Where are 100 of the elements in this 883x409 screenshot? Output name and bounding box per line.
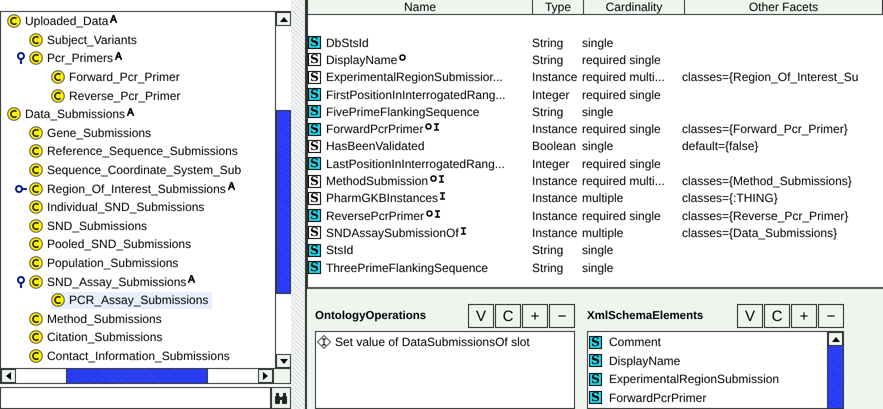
panel-title: XmlSchemaElements bbox=[587, 310, 704, 322]
class-icon bbox=[7, 14, 21, 28]
down-arrow-icon[interactable] bbox=[280, 358, 288, 364]
tree-item[interactable]: Uploaded_Data bbox=[7, 12, 122, 30]
slot-icon: S bbox=[308, 244, 321, 257]
tree-item[interactable]: Pcr_Primers bbox=[29, 50, 126, 67]
tree-item[interactable]: Individual_SND_Submissions bbox=[29, 198, 208, 216]
tree-item[interactable]: Pooled_SND_Submissions bbox=[29, 236, 196, 253]
abstract-icon bbox=[188, 275, 196, 284]
slot-cardinality: single bbox=[582, 139, 614, 154]
toolbar-button[interactable]: + bbox=[791, 304, 817, 328]
slot-name: MethodSubmission bbox=[326, 174, 428, 188]
toolbar-button[interactable]: V bbox=[737, 304, 763, 328]
slot-type: String bbox=[532, 243, 564, 258]
panel-title: OntologyOperations bbox=[315, 310, 426, 322]
slot-icon: S bbox=[589, 354, 602, 368]
tree-item[interactable]: Subject_Variants bbox=[29, 31, 141, 48]
scrollbar-corner bbox=[273, 369, 290, 383]
vertical-scrollbar[interactable] bbox=[827, 332, 843, 408]
tree-item[interactable]: Contact_Information_Submissions bbox=[29, 347, 234, 364]
slot-icon: S bbox=[308, 174, 321, 188]
left-arrow-icon[interactable] bbox=[6, 372, 11, 380]
toolbar-button[interactable]: + bbox=[522, 304, 548, 328]
toolbar-button[interactable]: − bbox=[549, 304, 575, 328]
slot-type: Instance bbox=[532, 191, 578, 206]
class-icon bbox=[7, 107, 21, 122]
tree-item[interactable]: Population_Submissions bbox=[29, 254, 182, 272]
slot-icon: S bbox=[589, 372, 602, 386]
slot-type: String bbox=[532, 260, 564, 274]
slot-icon: S bbox=[308, 36, 321, 50]
class-icon bbox=[29, 51, 43, 66]
tree-item[interactable]: SND_Assay_Submissions bbox=[29, 273, 200, 290]
splitter[interactable] bbox=[291, 0, 307, 409]
class-icon bbox=[29, 274, 43, 289]
right-arrow-icon[interactable] bbox=[263, 372, 268, 380]
toolbar-button[interactable]: C bbox=[495, 304, 521, 328]
collapsed-handle-icon[interactable] bbox=[15, 182, 27, 195]
slot-cardinality: required single bbox=[582, 88, 661, 102]
slot-type: String bbox=[532, 36, 564, 50]
search-field[interactable] bbox=[0, 387, 271, 409]
slot-name: FivePrimeFlankingSequence bbox=[326, 104, 480, 119]
toolbar-button[interactable]: V bbox=[468, 304, 494, 328]
class-icon bbox=[29, 218, 43, 233]
tree-item[interactable]: Method_Submissions bbox=[29, 310, 166, 328]
slot-type: Instance bbox=[532, 174, 578, 188]
slot-type: Boolean bbox=[532, 139, 576, 154]
tree-item[interactable]: Gene_Submissions bbox=[29, 124, 156, 142]
expanded-handle-icon[interactable] bbox=[15, 276, 27, 288]
up-arrow-icon[interactable] bbox=[280, 16, 288, 22]
class-icon bbox=[29, 256, 43, 270]
find-button[interactable] bbox=[271, 387, 291, 409]
slot-icon: S bbox=[308, 88, 321, 102]
list-item[interactable]: S DisplayName bbox=[589, 352, 826, 370]
list-item[interactable]: S Comment bbox=[589, 333, 826, 352]
toolbar-button[interactable]: C bbox=[764, 304, 790, 328]
class-icon bbox=[29, 330, 43, 344]
slot-facets: classes={Region_Of_Interest_Su bbox=[682, 70, 858, 84]
slot-facets: classes={Reverse_Pcr_Primer} bbox=[682, 208, 848, 223]
class-icon bbox=[51, 70, 65, 84]
slot-icon: S bbox=[308, 53, 321, 66]
tree-item[interactable]: Reference_Sequence_Submissions bbox=[29, 142, 242, 160]
horizontal-scrollbar[interactable] bbox=[0, 368, 291, 384]
slot-icon: S bbox=[308, 226, 321, 240]
slot-cardinality: multiple bbox=[582, 226, 624, 240]
column-header[interactable]: Name bbox=[308, 0, 533, 14]
tree-item[interactable]: Sequence_Coordinate_System_Sub bbox=[29, 162, 246, 179]
slot-name: DbStsId bbox=[326, 36, 369, 50]
column-header[interactable]: Type bbox=[533, 0, 584, 14]
column-header[interactable]: Cardinality bbox=[584, 0, 685, 14]
slot-name: DisplayName bbox=[326, 52, 398, 67]
class-icon bbox=[51, 88, 65, 103]
class-icon bbox=[29, 182, 43, 196]
slot-name: LastPositionInInterrogatedRang... bbox=[326, 156, 505, 171]
binoculars-icon bbox=[274, 392, 288, 404]
list-item[interactable]: S ExperimentalRegionSubmission bbox=[589, 370, 826, 388]
slot-type: Integer bbox=[532, 156, 570, 171]
column-header[interactable]: Other Facets bbox=[685, 0, 883, 14]
slot-facets: classes={Data_Submissions} bbox=[682, 226, 838, 240]
tree-item[interactable]: SND_Submissions bbox=[29, 217, 152, 234]
slot-type: Instance bbox=[532, 226, 578, 240]
slot-cardinality: multiple bbox=[582, 191, 624, 206]
tree-item[interactable]: Citation_Submissions bbox=[29, 328, 166, 346]
vertical-scrollbar[interactable] bbox=[275, 12, 291, 368]
slot-type: String bbox=[532, 52, 564, 67]
list-item[interactable]: S ForwardPcrPrimer bbox=[589, 388, 826, 407]
toolbar-button[interactable]: − bbox=[818, 304, 844, 328]
tree-item[interactable]: Data_Submissions bbox=[7, 106, 138, 123]
slot-cardinality: required single bbox=[582, 208, 661, 223]
expanded-handle-icon[interactable] bbox=[15, 52, 27, 64]
list-item[interactable]: Set value of DataSubmissionsOf slot bbox=[317, 333, 573, 352]
class-icon bbox=[29, 144, 43, 158]
tree-item[interactable]: PCR_Assay_Submissions bbox=[51, 292, 212, 309]
slot-cardinality: required multi... bbox=[582, 174, 665, 188]
tree-item[interactable]: Forward_Pcr_Primer bbox=[51, 68, 184, 86]
slot-name: FirstPositionInInterrogatedRang... bbox=[326, 88, 506, 102]
tree-item[interactable]: Reverse_Pcr_Primer bbox=[51, 87, 184, 104]
up-arrow-icon[interactable] bbox=[832, 336, 840, 342]
tree-item[interactable]: Region_Of_Interest_Submissions bbox=[29, 180, 239, 198]
slot-facets: default={false} bbox=[682, 139, 758, 154]
slot-icon: S bbox=[589, 391, 602, 404]
